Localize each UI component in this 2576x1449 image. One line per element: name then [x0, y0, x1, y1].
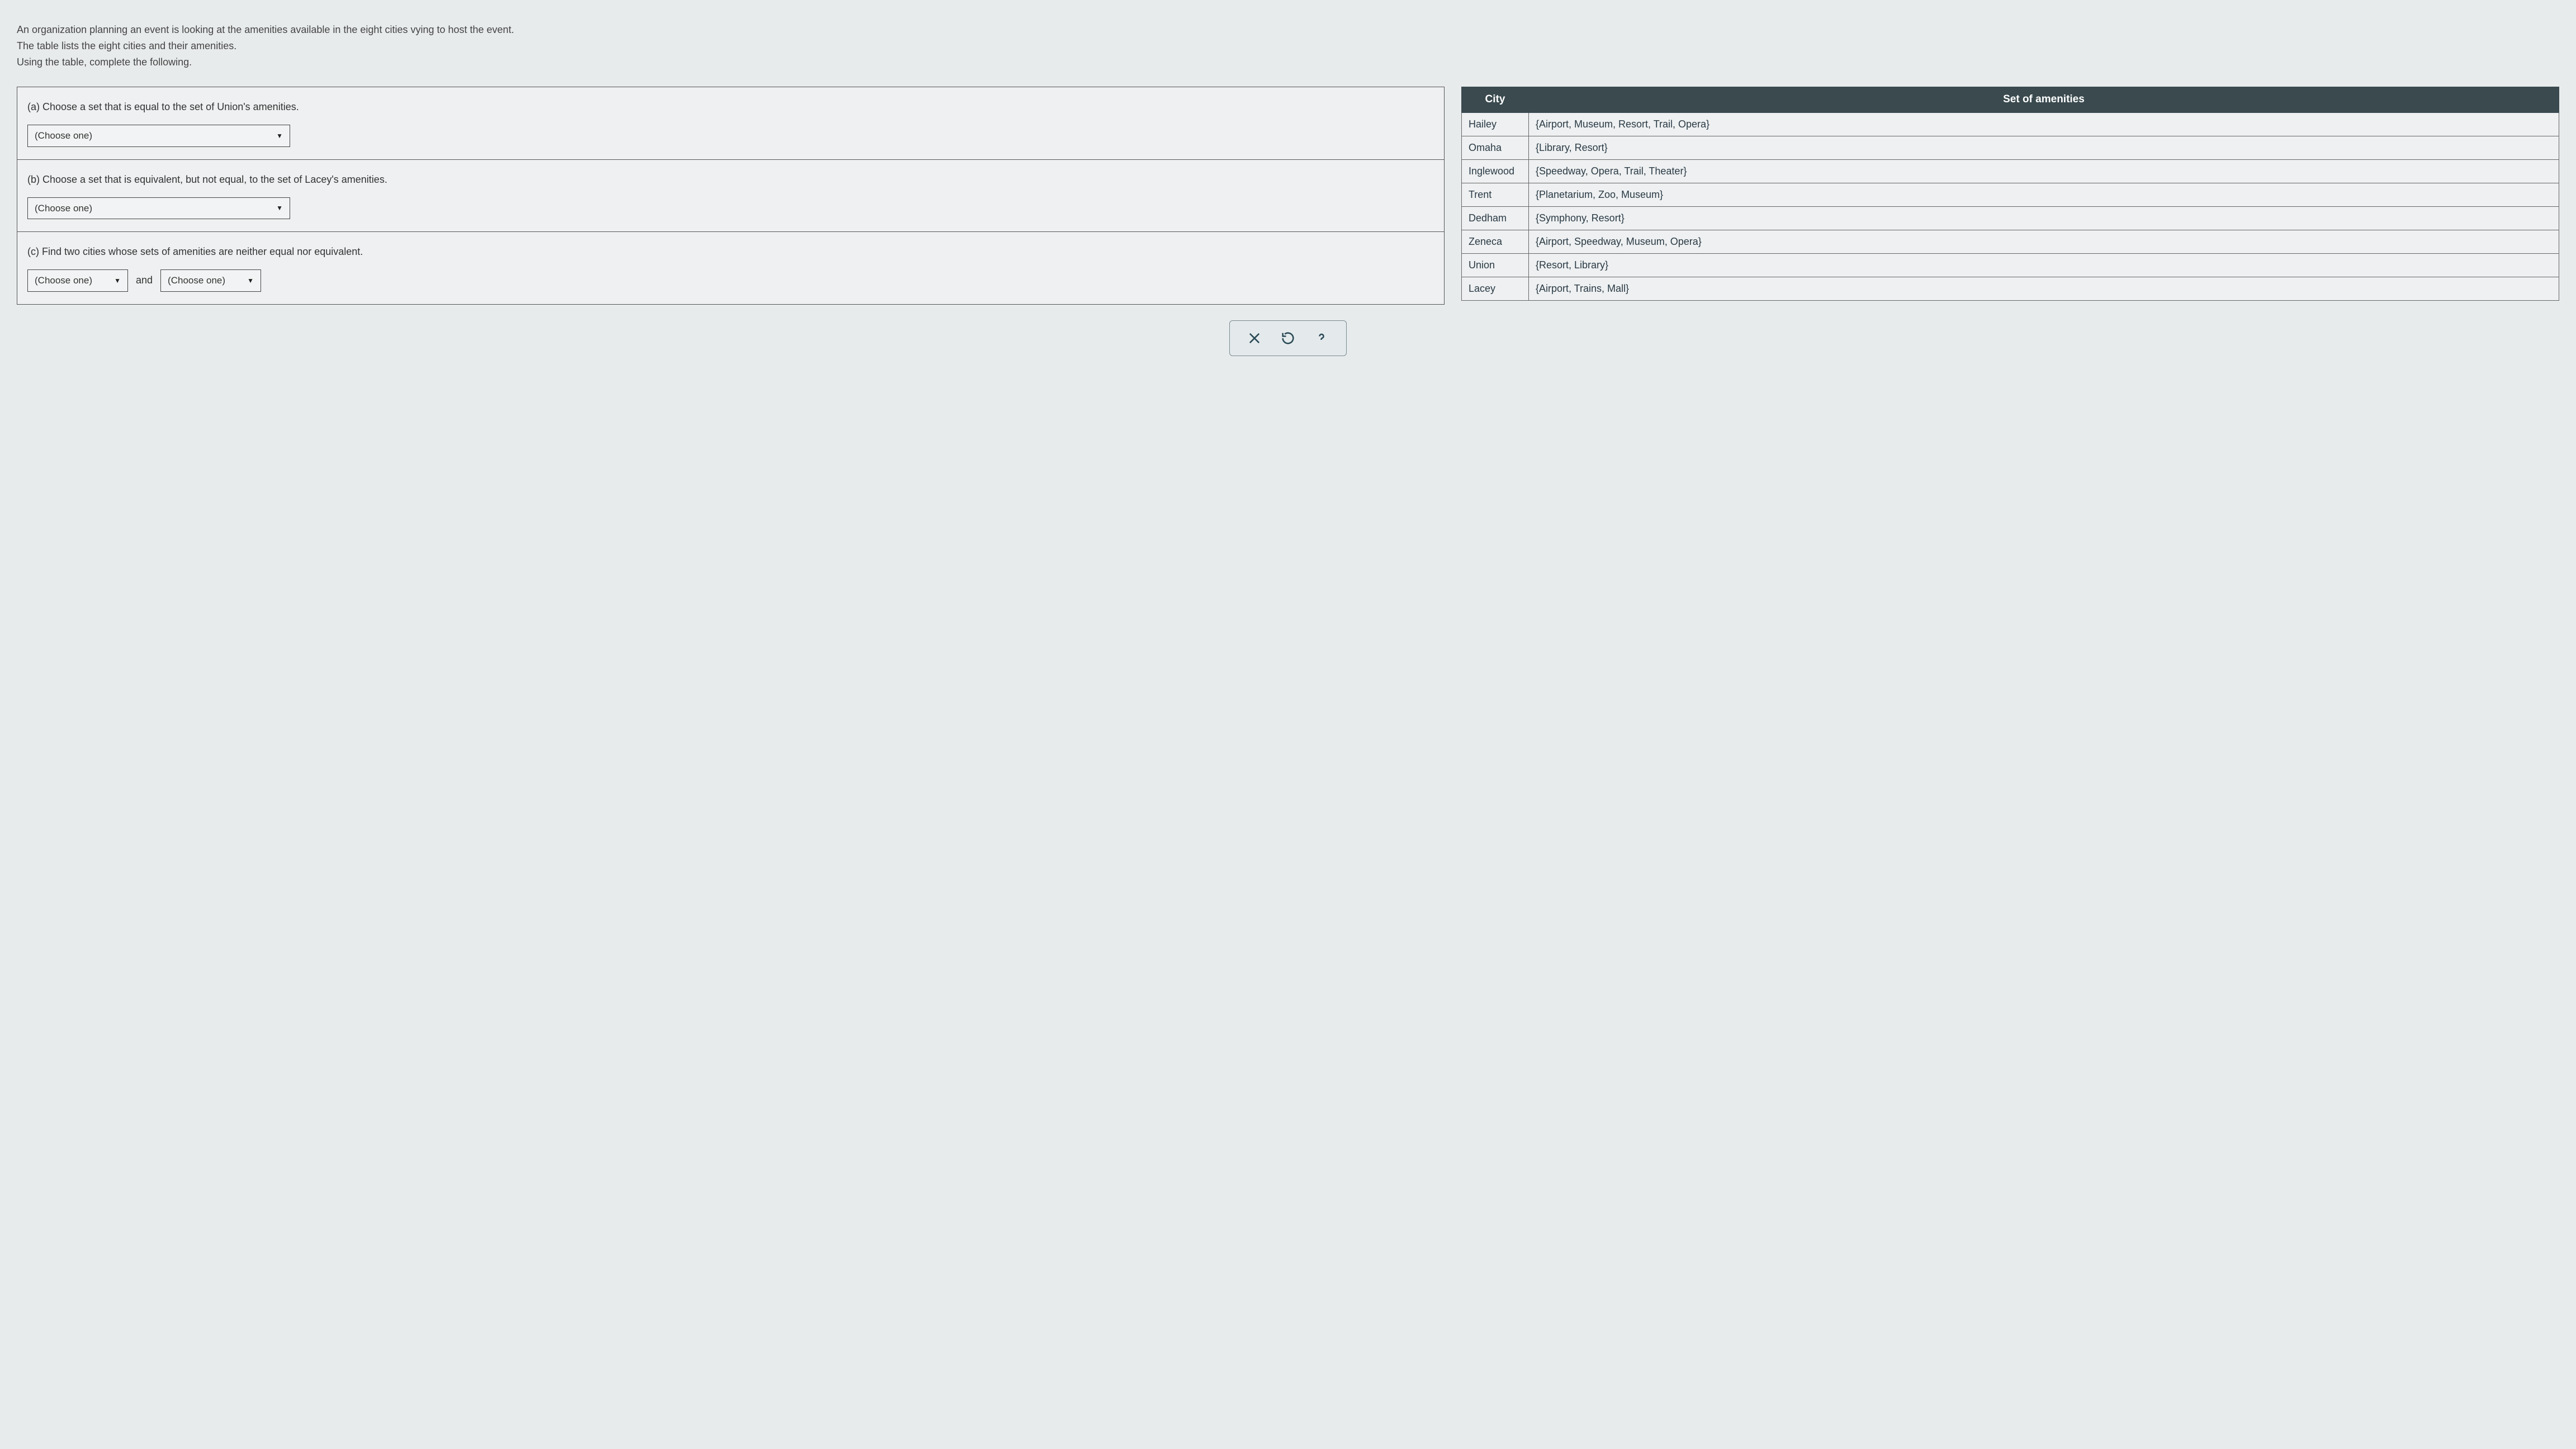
- question-a-select[interactable]: (Choose one) ▼: [27, 125, 290, 147]
- help-button[interactable]: [1305, 325, 1338, 351]
- table-cell-amenities: {Airport, Speedway, Museum, Opera}: [1528, 230, 2559, 253]
- answer-toolbar: [17, 320, 2559, 356]
- table-row: Omaha{Library, Resort}: [1461, 136, 2559, 159]
- table-cell-city: Trent: [1461, 183, 1528, 206]
- table-cell-city: Zeneca: [1461, 230, 1528, 253]
- table-cell-city: Inglewood: [1461, 159, 1528, 183]
- amenities-table: City Set of amenities Hailey{Airport, Mu…: [1461, 87, 2559, 301]
- question-b-select[interactable]: (Choose one) ▼: [27, 197, 290, 220]
- table-cell-amenities: {Planetarium, Zoo, Museum}: [1528, 183, 2559, 206]
- table-cell-amenities: {Speedway, Opera, Trail, Theater}: [1528, 159, 2559, 183]
- question-c-and: and: [136, 273, 153, 288]
- question-c-select-2-label: (Choose one): [168, 273, 225, 288]
- table-cell-city: Dedham: [1461, 206, 1528, 230]
- table-cell-amenities: {Airport, Trains, Mall}: [1528, 277, 2559, 300]
- table-cell-amenities: {Resort, Library}: [1528, 253, 2559, 277]
- table-row: Dedham{Symphony, Resort}: [1461, 206, 2559, 230]
- chevron-down-icon: ▼: [276, 131, 283, 141]
- question-a: (a) Choose a set that is equal to the se…: [17, 87, 1444, 160]
- intro-line-3: Using the table, complete the following.: [17, 55, 2559, 70]
- table-row: Trent{Planetarium, Zoo, Museum}: [1461, 183, 2559, 206]
- table-cell-city: Hailey: [1461, 112, 1528, 136]
- intro-text: An organization planning an event is loo…: [17, 22, 2559, 70]
- question-c: (c) Find two cities whose sets of amenit…: [17, 232, 1444, 304]
- question-b-text: (b) Choose a set that is equivalent, but…: [27, 172, 1434, 187]
- table-row: Lacey{Airport, Trains, Mall}: [1461, 277, 2559, 300]
- table-row: Zeneca{Airport, Speedway, Museum, Opera}: [1461, 230, 2559, 253]
- table-header-city: City: [1461, 87, 1528, 113]
- x-icon: [1247, 330, 1262, 346]
- intro-line-2: The table lists the eight cities and the…: [17, 39, 2559, 54]
- clear-button[interactable]: [1238, 325, 1271, 351]
- chevron-down-icon: ▼: [276, 203, 283, 213]
- question-c-select-2[interactable]: (Choose one) ▼: [160, 269, 261, 292]
- table-cell-city: Lacey: [1461, 277, 1528, 300]
- reset-button[interactable]: [1271, 325, 1305, 351]
- table-row: Inglewood{Speedway, Opera, Trail, Theate…: [1461, 159, 2559, 183]
- table-header-amenities: Set of amenities: [1528, 87, 2559, 113]
- table-cell-amenities: {Library, Resort}: [1528, 136, 2559, 159]
- question-c-select-1[interactable]: (Choose one) ▼: [27, 269, 128, 292]
- table-cell-city: Omaha: [1461, 136, 1528, 159]
- questions-panel: (a) Choose a set that is equal to the se…: [17, 87, 1445, 305]
- table-row: Hailey{Airport, Museum, Resort, Trail, O…: [1461, 112, 2559, 136]
- question-c-text: (c) Find two cities whose sets of amenit…: [27, 244, 1434, 259]
- table-cell-city: Union: [1461, 253, 1528, 277]
- question-a-select-label: (Choose one): [35, 129, 92, 143]
- chevron-down-icon: ▼: [247, 276, 254, 286]
- table-cell-amenities: {Airport, Museum, Resort, Trail, Opera}: [1528, 112, 2559, 136]
- intro-line-1: An organization planning an event is loo…: [17, 22, 2559, 37]
- chevron-down-icon: ▼: [114, 276, 121, 286]
- help-icon: [1314, 330, 1329, 346]
- table-cell-amenities: {Symphony, Resort}: [1528, 206, 2559, 230]
- question-a-text: (a) Choose a set that is equal to the se…: [27, 100, 1434, 115]
- question-c-select-1-label: (Choose one): [35, 273, 92, 288]
- question-b-select-label: (Choose one): [35, 201, 92, 216]
- reset-icon: [1280, 330, 1296, 346]
- table-row: Union{Resort, Library}: [1461, 253, 2559, 277]
- question-b: (b) Choose a set that is equivalent, but…: [17, 160, 1444, 233]
